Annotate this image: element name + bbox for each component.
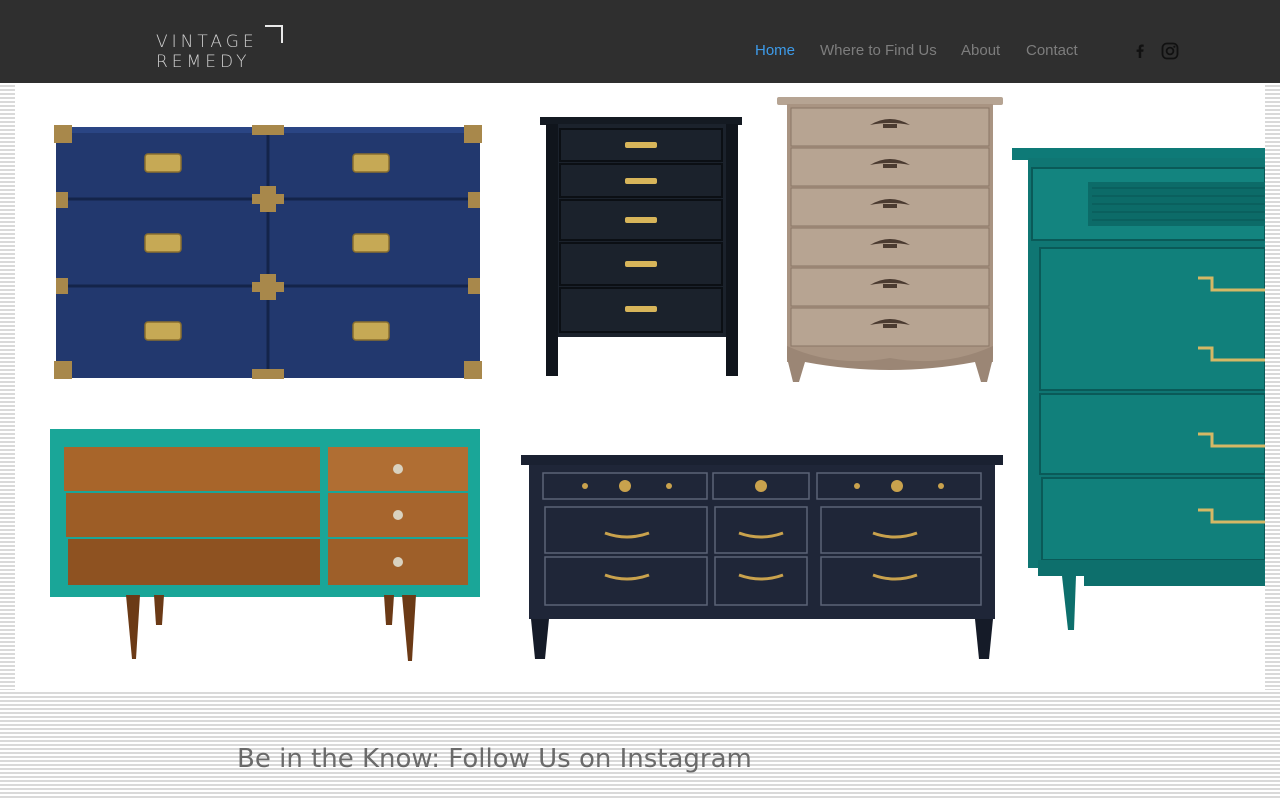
logo-line-2: REMEDY [156, 52, 251, 72]
logo-line-1: VINTAGE [156, 32, 258, 52]
taupe-french-provincial-chest[interactable] [775, 96, 1005, 389]
instagram-icon[interactable] [1160, 41, 1180, 61]
teal-walnut-mid-century-dresser[interactable] [50, 429, 480, 672]
teal-bamboo-tallboy[interactable] [1012, 148, 1265, 655]
right-pattern-strip [1265, 83, 1280, 690]
site-logo[interactable]: VINTAGE REMEDY [156, 25, 286, 74]
site-header: VINTAGE REMEDY Home Where to Find Us Abo… [0, 0, 1280, 83]
black-faux-bamboo-chest[interactable] [538, 116, 744, 383]
furniture-gallery [15, 83, 1265, 690]
navy-lowboy-dresser[interactable] [521, 455, 1003, 666]
nav-contact[interactable]: Contact [1026, 42, 1078, 59]
nav-about[interactable]: About [961, 42, 1000, 59]
facebook-icon[interactable] [1130, 41, 1150, 61]
nav-home[interactable]: Home [755, 42, 795, 59]
nav-where-to-find-us[interactable]: Where to Find Us [820, 42, 937, 59]
logo-corner-mark [265, 25, 283, 43]
navy-campaign-dresser[interactable] [52, 124, 484, 387]
left-pattern-strip [0, 83, 15, 690]
instagram-heading: Be in the Know: Follow Us on Instagram [237, 744, 752, 774]
